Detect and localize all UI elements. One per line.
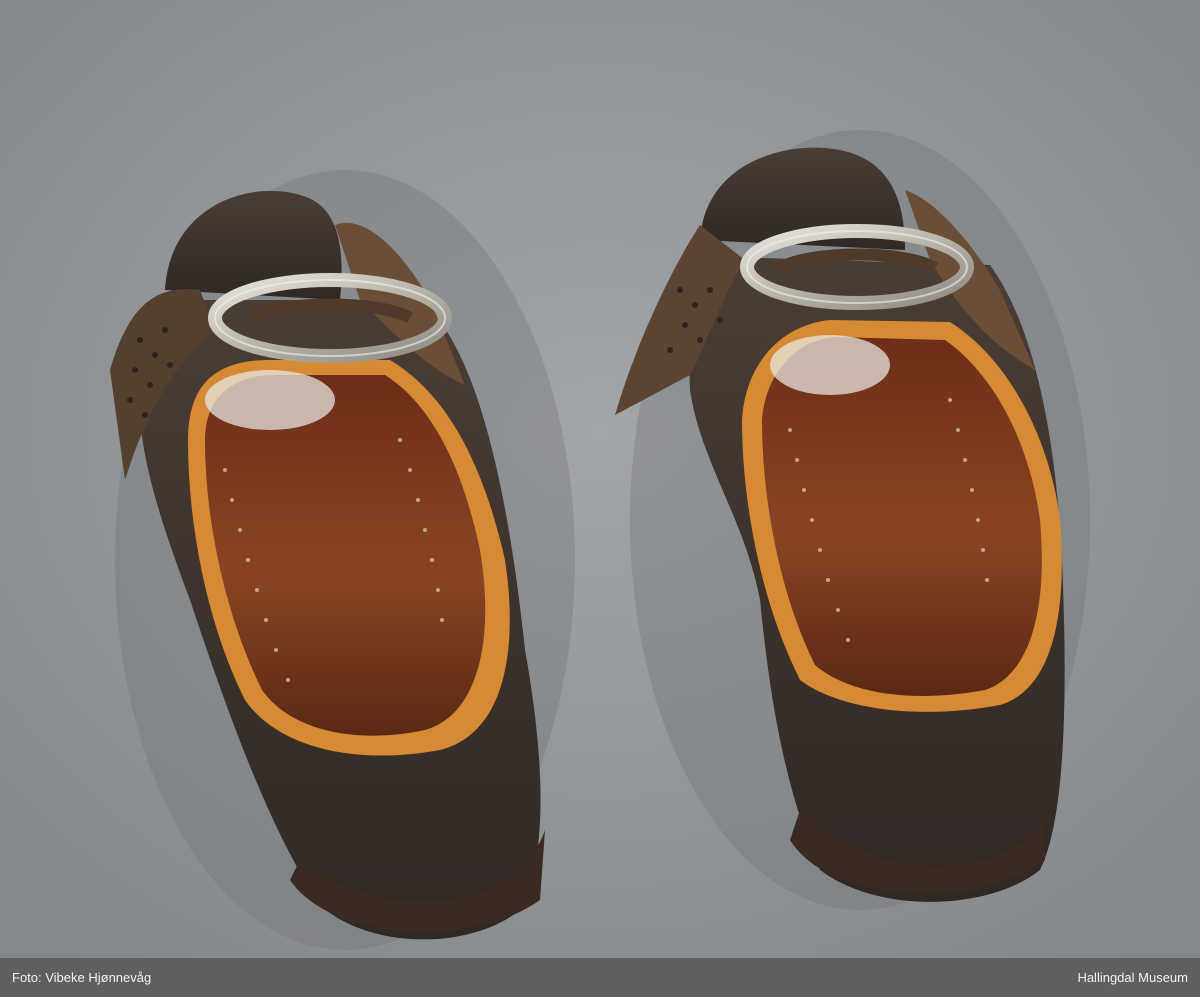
caption-bar: Foto: Vibeke Hjønnevåg Hallingdal Museum — [0, 958, 1200, 997]
museum-photo — [0, 0, 1200, 958]
institution-name: Hallingdal Museum — [1077, 970, 1188, 985]
photo-credit: Foto: Vibeke Hjønnevåg — [12, 970, 152, 985]
